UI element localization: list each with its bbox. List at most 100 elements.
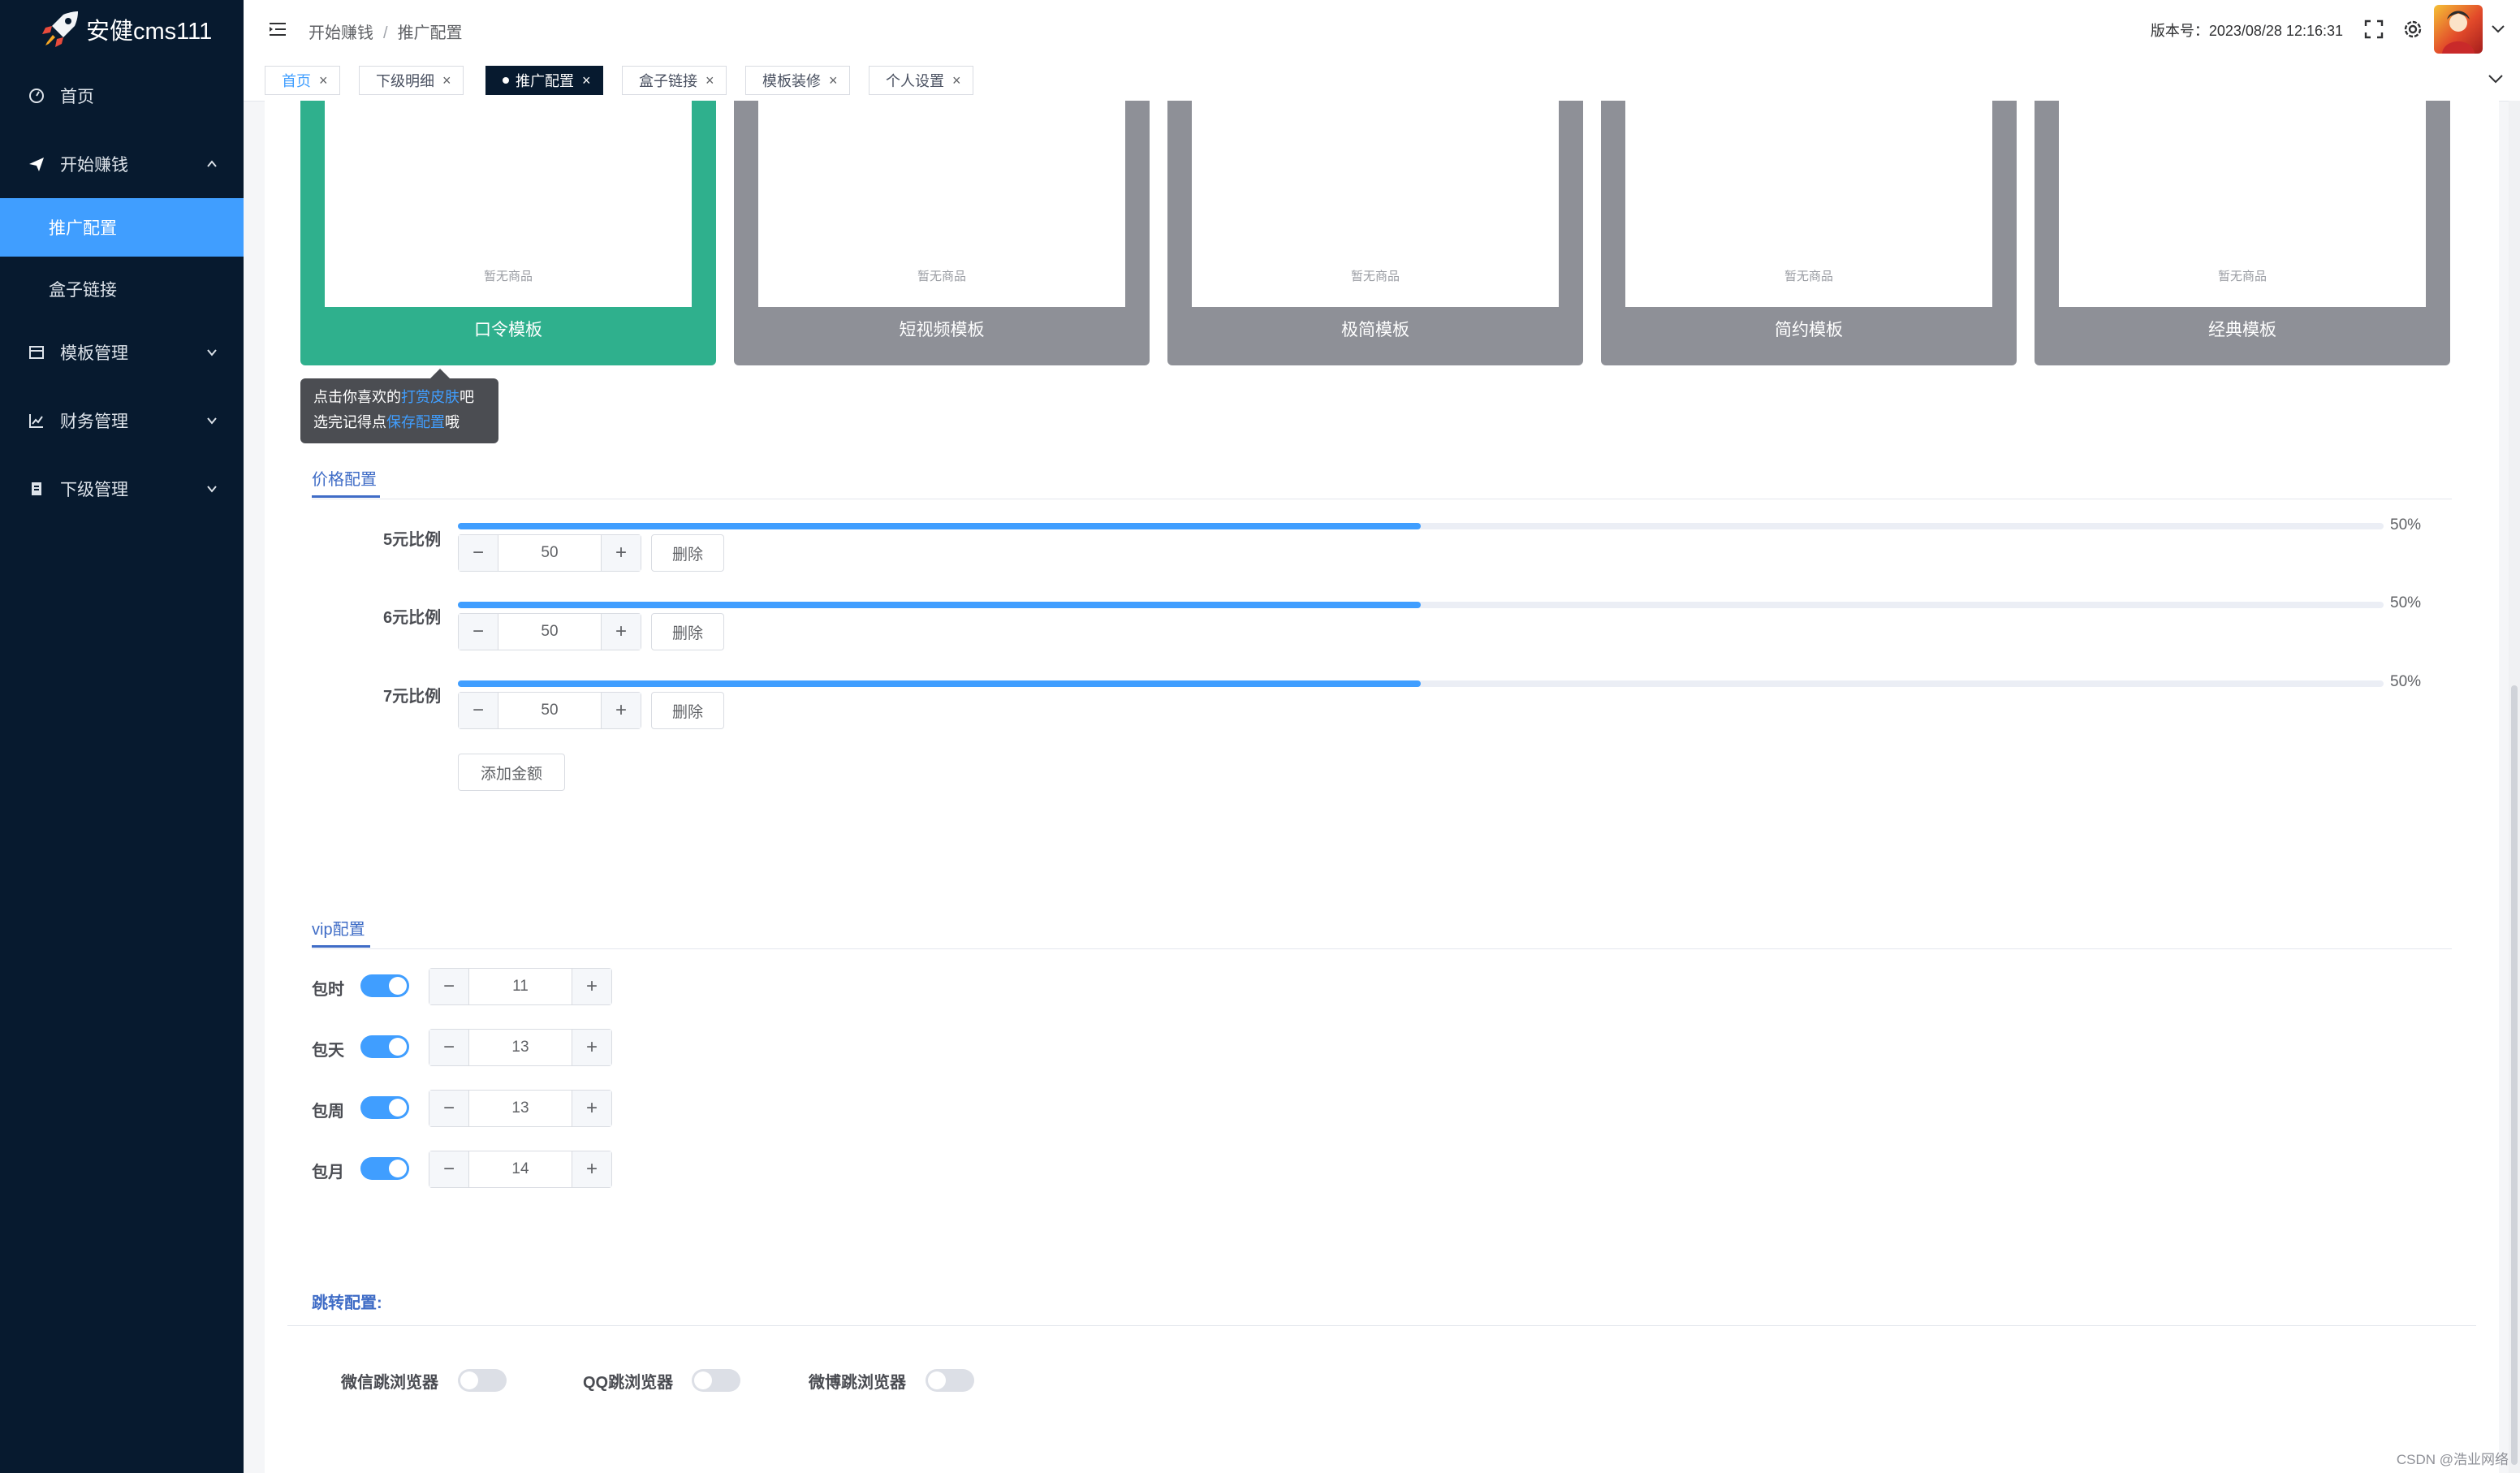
stepper-value[interactable]: 50 [498,614,601,650]
vip-stepper[interactable]: − 11 + [429,968,612,1005]
template-icon [28,343,45,361]
tags-bar: 首页 × 下级明细 × 推广配置 × 盒子链接 × 模板装修 × 个人设置 × [244,60,2520,102]
qq-jump-toggle[interactable] [692,1369,740,1392]
decrement-button[interactable]: − [429,969,469,1004]
stepper-value[interactable]: 13 [469,1091,572,1126]
ratio-stepper[interactable]: − 50 + [458,613,641,650]
increment-button[interactable]: + [601,535,641,571]
stepper-value[interactable]: 11 [469,969,572,1004]
delete-button[interactable]: 删除 [651,534,724,572]
decrement-button[interactable]: − [459,693,498,728]
tooltip-highlight: 保存配置 [386,414,445,430]
increment-button[interactable]: + [572,1091,611,1126]
gear-icon[interactable] [2401,18,2424,41]
vip-stepper[interactable]: − 13 + [429,1029,612,1066]
stepper-value[interactable]: 14 [469,1151,572,1187]
close-icon[interactable]: × [829,72,838,89]
delete-button[interactable]: 删除 [651,613,724,650]
increment-button[interactable]: + [572,1030,611,1065]
sidebar-item-promotion-config[interactable]: 推广配置 [0,198,244,257]
tag-label: 盒子链接 [639,73,697,89]
chevron-down-icon[interactable] [2491,24,2505,34]
breadcrumb-item[interactable]: 开始赚钱 [309,24,373,42]
vip-stepper[interactable]: − 13 + [429,1090,612,1127]
template-card-minimal[interactable]: 暂无商品 极简模板 [1167,101,1583,365]
sidebar-item-label: 推广配置 [49,219,117,238]
toggle-knob [389,1099,407,1117]
stepper-value[interactable]: 50 [498,693,601,728]
sidebar-item-box-link[interactable]: 盒子链接 [0,271,244,307]
tag-personal-settings[interactable]: 个人设置 × [869,66,973,95]
vip-toggle[interactable] [360,1157,409,1180]
toggle-knob [694,1371,712,1389]
close-icon[interactable]: × [582,72,591,89]
scrollbar-thumb[interactable] [2511,685,2518,1465]
template-card-short-video[interactable]: 暂无商品 短视频模板 [734,101,1150,365]
tooltip-text: 吧 [460,389,474,405]
content-scrollbar[interactable] [2509,101,2520,1473]
stepper-value[interactable]: 50 [498,535,601,571]
increment-button[interactable]: + [572,969,611,1004]
tag-home[interactable]: 首页 × [265,66,340,95]
add-amount-button[interactable]: 添加金额 [458,754,565,791]
chevron-down-icon [207,486,217,493]
increment-button[interactable]: + [601,614,641,650]
decrement-button[interactable]: − [459,614,498,650]
sidebar-item-label: 首页 [60,88,94,106]
empty-text: 暂无商品 [483,270,533,283]
sidebar-item-home[interactable]: 首页 [0,78,244,114]
vip-config-tab[interactable]: vip配置 [312,916,370,948]
decrement-button[interactable]: − [429,1151,469,1187]
decrement-button[interactable]: − [429,1030,469,1065]
tag-label: 下级明细 [376,73,434,89]
weibo-jump-toggle[interactable] [926,1369,974,1392]
toggle-knob [460,1371,478,1389]
vip-toggle[interactable] [360,1035,409,1058]
vip-toggle[interactable] [360,974,409,997]
watermark: CSDN @浩业网络 [2396,1452,2509,1467]
decrement-button[interactable]: − [429,1091,469,1126]
delete-button[interactable]: 删除 [651,692,724,729]
template-preview: 暂无商品 [325,101,692,307]
wechat-jump-toggle[interactable] [458,1369,507,1392]
sidebar-item-template-management[interactable]: 模板管理 [0,335,244,370]
close-icon[interactable]: × [442,72,451,89]
ratio-stepper[interactable]: − 50 + [458,692,641,729]
increment-button[interactable]: + [601,693,641,728]
close-icon[interactable]: × [706,72,714,89]
close-icon[interactable]: × [319,72,328,89]
template-card-simple[interactable]: 暂无商品 简约模板 [1601,101,2017,365]
sidebar-item-label: 盒子链接 [49,281,117,300]
stepper-value[interactable]: 13 [469,1030,572,1065]
vip-stepper[interactable]: − 14 + [429,1151,612,1188]
template-name: 经典模板 [2208,321,2276,339]
close-icon[interactable]: × [952,72,961,89]
decrement-button[interactable]: − [459,535,498,571]
avatar[interactable] [2434,5,2483,54]
main-content: 暂无商品 口令模板 暂无商品 短视频模板 暂无商品 极简模板 暂无商品 简约模板… [265,101,2499,1473]
sidebar-item-start-earning[interactable]: 开始赚钱 [0,146,244,182]
ratio-stepper[interactable]: − 50 + [458,534,641,572]
tag-template-decoration[interactable]: 模板装修 × [745,66,850,95]
tag-box-link[interactable]: 盒子链接 × [622,66,727,95]
rocket-logo-icon [42,11,78,47]
fullscreen-icon[interactable] [2362,18,2385,41]
template-card-password[interactable]: 暂无商品 口令模板 [300,101,716,365]
sidebar-item-finance-management[interactable]: 财务管理 [0,403,244,438]
ratio-progress-bar [458,680,2384,687]
chevron-down-icon[interactable] [2488,73,2504,84]
app-logo[interactable]: 安健cms111 [0,0,244,58]
menu-fold-icon[interactable] [268,21,287,37]
tag-label: 个人设置 [886,73,944,89]
wechat-jump-label: 微信跳浏览器 [341,1374,438,1392]
increment-button[interactable]: + [572,1151,611,1187]
template-name: 口令模板 [474,321,542,339]
sidebar-item-subordinate-management[interactable]: 下级管理 [0,471,244,507]
tag-promotion-config[interactable]: 推广配置 × [485,66,603,95]
price-config-tab[interactable]: 价格配置 [312,466,380,498]
progress-fill [458,523,1421,529]
tag-subordinate-detail[interactable]: 下级明细 × [359,66,464,95]
template-card-classic[interactable]: 暂无商品 经典模板 [2035,101,2450,365]
vip-toggle[interactable] [360,1096,409,1119]
breadcrumb-separator: / [383,24,388,42]
